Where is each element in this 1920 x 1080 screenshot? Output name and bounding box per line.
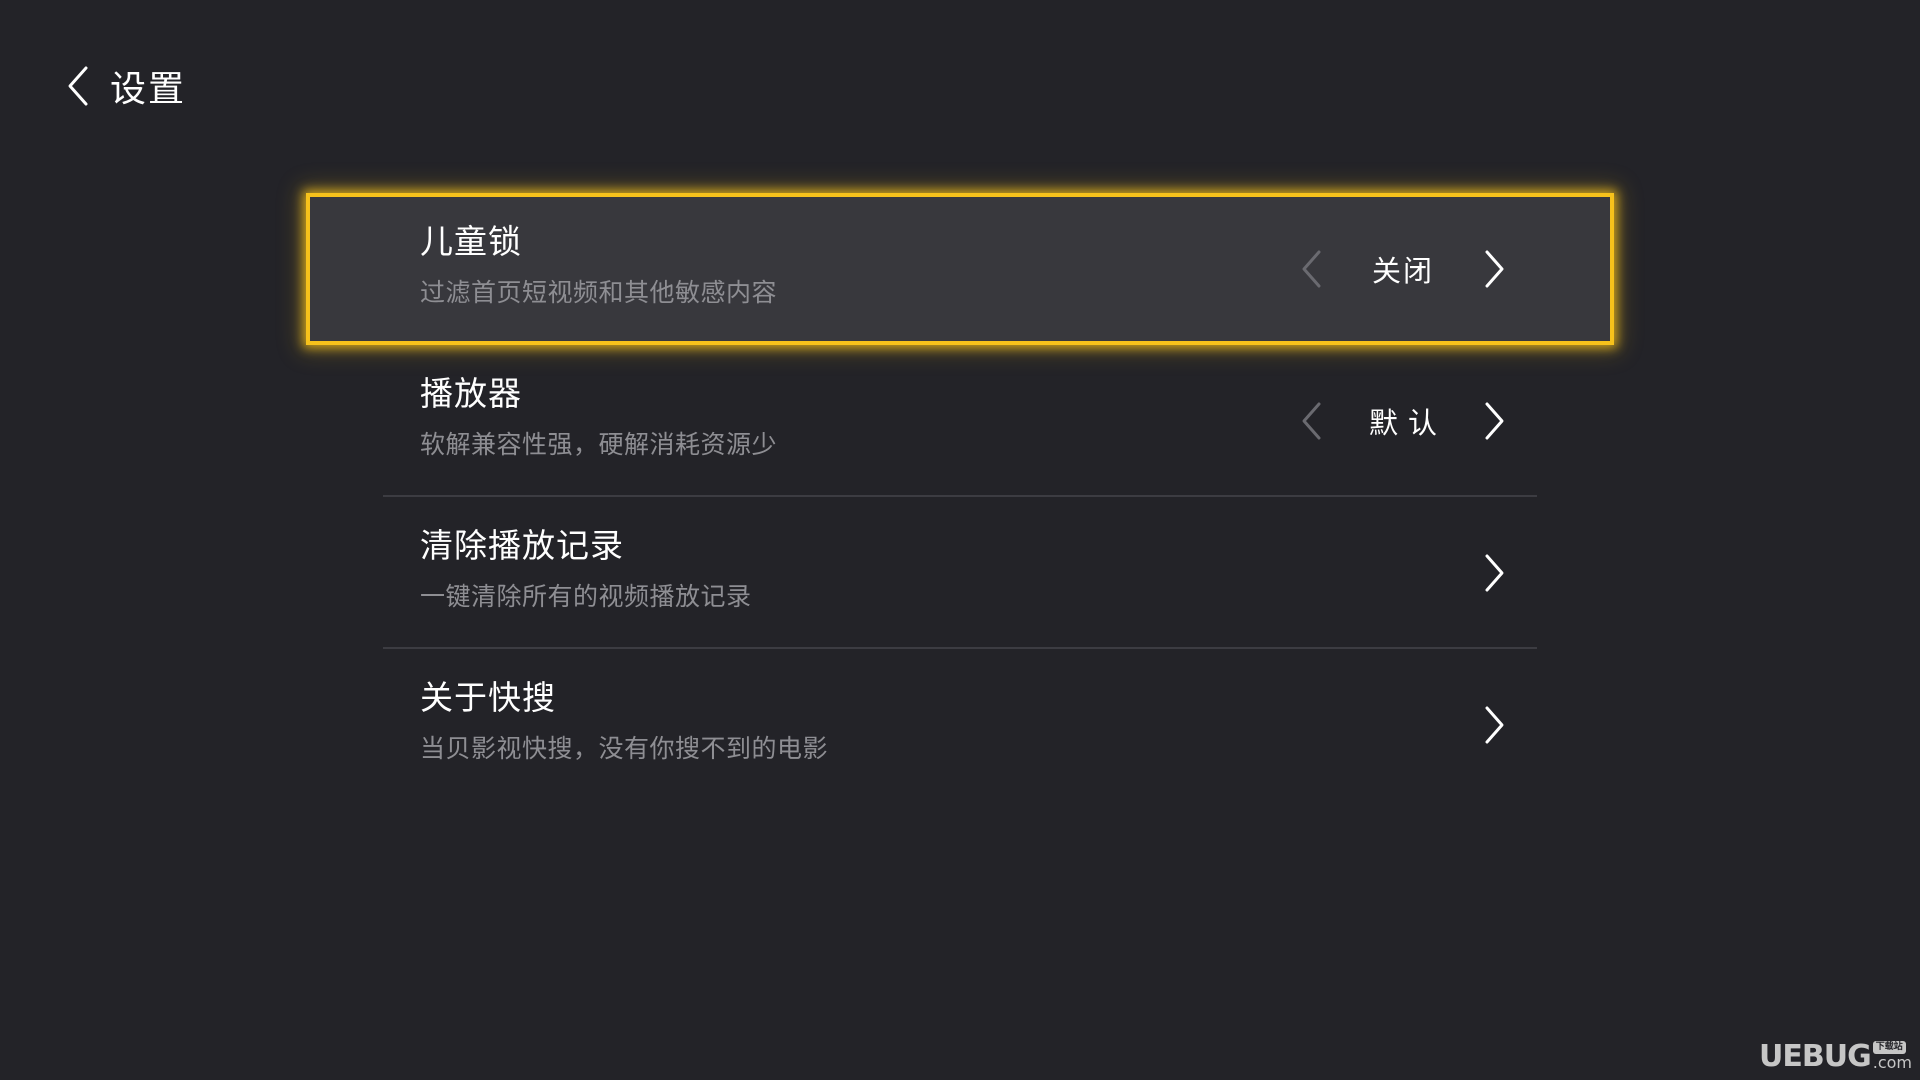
chevron-left-icon[interactable]	[1300, 401, 1322, 441]
setting-title: 儿童锁	[420, 222, 522, 261]
setting-item-clear-history[interactable]: 清除播放记录 一键清除所有的视频播放记录	[306, 497, 1614, 649]
setting-description: 过滤首页短视频和其他敏感内容	[420, 278, 778, 307]
player-selector[interactable]: 默认	[1300, 400, 1506, 442]
watermark-logo: UEBUG 下载站 .com	[1759, 1041, 1912, 1072]
child-lock-selector[interactable]: 关闭	[1300, 248, 1506, 290]
setting-texts: 儿童锁 过滤首页短视频和其他敏感内容	[420, 221, 777, 309]
setting-description: 软解兼容性强，硬解消耗资源少	[420, 430, 778, 459]
watermark-suffix: .com	[1872, 1053, 1912, 1072]
setting-item-about[interactable]: 关于快搜 当贝影视快搜，没有你搜不到的电影	[306, 649, 1614, 801]
back-button[interactable]: 设置	[64, 56, 186, 116]
page-title: 设置	[110, 69, 187, 110]
setting-item-player[interactable]: 播放器 软解兼容性强，硬解消耗资源少 默认	[306, 345, 1614, 497]
child-lock-value: 关闭	[1371, 254, 1434, 288]
chevron-right-icon[interactable]	[1484, 401, 1506, 441]
setting-title: 关于快搜	[420, 678, 556, 717]
setting-item-child-lock[interactable]: 儿童锁 过滤首页短视频和其他敏感内容 关闭	[306, 193, 1614, 345]
setting-description: 当贝影视快搜，没有你搜不到的电影	[420, 734, 829, 763]
settings-page: 设置 儿童锁 过滤首页短视频和其他敏感内容 关闭 播放器 软解兼容性强，硬解消耗…	[0, 0, 1920, 1080]
chevron-left-icon[interactable]	[1300, 249, 1322, 289]
chevron-left-icon	[68, 66, 88, 106]
setting-title: 清除播放记录	[420, 526, 624, 565]
player-value: 默认	[1368, 406, 1447, 440]
watermark-text: UEBUG	[1759, 1039, 1872, 1074]
chevron-right-icon	[1485, 554, 1504, 592]
setting-texts: 关于快搜 当贝影视快搜，没有你搜不到的电影	[420, 677, 828, 765]
settings-list: 儿童锁 过滤首页短视频和其他敏感内容 关闭 播放器 软解兼容性强，硬解消耗资源少	[306, 193, 1614, 801]
setting-title: 播放器	[420, 374, 522, 413]
setting-texts: 清除播放记录 一键清除所有的视频播放记录	[420, 525, 752, 613]
chevron-right-icon[interactable]	[1484, 249, 1506, 289]
watermark-side: 下载站 .com	[1872, 1041, 1912, 1072]
setting-description: 一键清除所有的视频播放记录	[420, 582, 752, 611]
chevron-right-icon	[1485, 706, 1504, 744]
setting-texts: 播放器 软解兼容性强，硬解消耗资源少	[420, 373, 777, 461]
